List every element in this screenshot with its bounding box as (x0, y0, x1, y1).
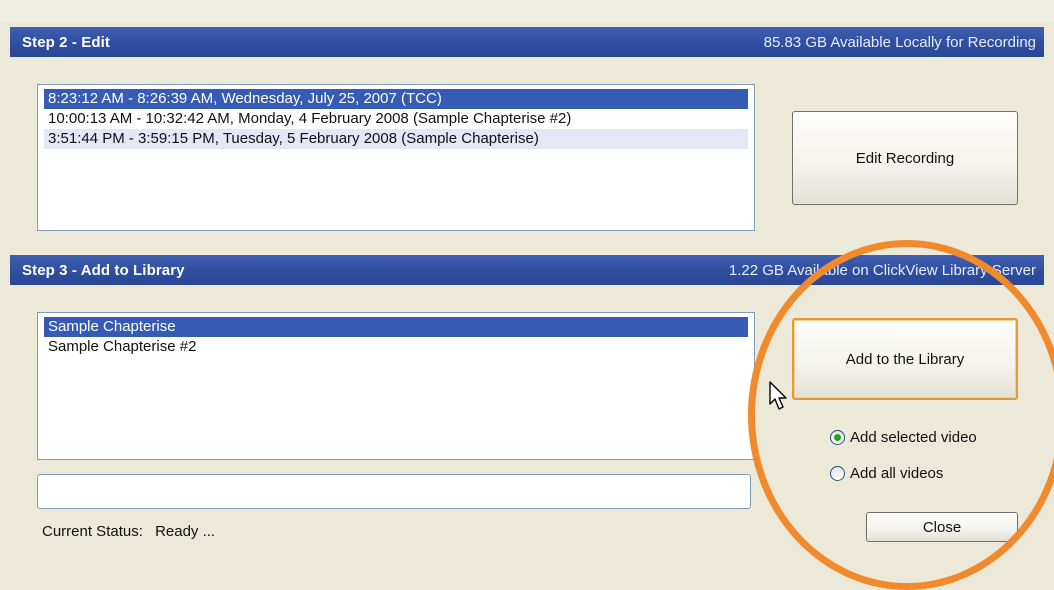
edit-recording-button[interactable]: Edit Recording (792, 111, 1018, 205)
recordings-list[interactable]: 8:23:12 AM - 8:26:39 AM, Wednesday, July… (37, 84, 755, 231)
status-line: Current Status: Ready ... (42, 523, 215, 540)
close-button[interactable]: Close (866, 512, 1018, 542)
add-selected-video-label: Add selected video (850, 429, 977, 446)
video-item[interactable]: Sample Chapterise (44, 317, 748, 337)
recording-item[interactable]: 8:23:12 AM - 8:26:39 AM, Wednesday, July… (44, 89, 748, 109)
status-label: Current Status: (42, 523, 143, 540)
step2-title: Step 2 - Edit (22, 33, 110, 51)
progress-textbox[interactable] (37, 474, 751, 509)
recording-item[interactable]: 3:51:44 PM - 3:59:15 PM, Tuesday, 5 Febr… (44, 129, 748, 149)
add-selected-video-radio[interactable]: Add selected video (830, 429, 977, 446)
status-value: Ready ... (155, 523, 216, 540)
step2-header: Step 2 - Edit 85.83 GB Available Locally… (10, 27, 1044, 57)
mouse-pointer-icon (769, 381, 787, 410)
top-strip (0, 0, 1054, 22)
radio-checked-icon[interactable] (830, 430, 845, 445)
recording-item[interactable]: 10:00:13 AM - 10:32:42 AM, Monday, 4 Feb… (44, 109, 748, 129)
videos-list[interactable]: Sample Chapterise Sample Chapterise #2 (37, 312, 755, 460)
add-all-videos-label: Add all videos (850, 465, 944, 482)
radio-unchecked-icon[interactable] (830, 466, 845, 481)
video-item[interactable]: Sample Chapterise #2 (44, 337, 748, 357)
step2-storage-info: 85.83 GB Available Locally for Recording (763, 33, 1036, 51)
add-to-library-button[interactable]: Add to the Library (792, 318, 1018, 400)
step3-header: Step 3 - Add to Library 1.22 GB Availabl… (10, 255, 1044, 285)
step3-storage-info: 1.22 GB Available on ClickView Library S… (728, 261, 1036, 279)
add-all-videos-radio[interactable]: Add all videos (830, 465, 943, 482)
step3-title: Step 3 - Add to Library (22, 261, 185, 279)
